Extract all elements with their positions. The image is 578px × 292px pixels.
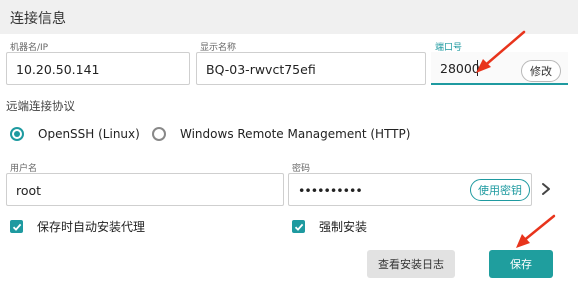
- machine-field: 机器名/IP 10.20.50.141: [6, 40, 190, 85]
- port-value: 28000: [440, 61, 480, 76]
- radio-winrm[interactable]: Windows Remote Management (HTTP): [152, 127, 410, 141]
- radio-openssh-label: OpenSSH (Linux): [38, 127, 140, 141]
- save-button[interactable]: 保存: [489, 250, 553, 278]
- force-install-checkbox[interactable]: 强制安装: [292, 218, 367, 235]
- password-value: ••••••••••: [298, 183, 363, 198]
- auto-install-checkbox[interactable]: 保存时自动安装代理: [10, 218, 145, 235]
- username-field: 用户名 root: [6, 161, 284, 206]
- username-input[interactable]: root: [6, 173, 284, 206]
- section-title: 连接信息: [10, 11, 66, 27]
- radio-openssh[interactable]: OpenSSH (Linux): [10, 127, 140, 141]
- force-install-label: 强制安装: [319, 220, 368, 234]
- section-header: 连接信息: [0, 0, 578, 34]
- auto-install-label: 保存时自动安装代理: [37, 220, 146, 234]
- checkmark-icon: [10, 220, 23, 233]
- display-name-input[interactable]: BQ-03-rwvct75efi: [196, 52, 426, 85]
- radio-openssh-indicator: [10, 127, 24, 141]
- password-field: 密码 •••••••••• 使用密钥: [288, 161, 532, 206]
- radio-winrm-indicator: [152, 127, 166, 141]
- display-name-value: BQ-03-rwvct75efi: [206, 62, 316, 77]
- port-field: 端口号 28000 修改: [431, 40, 568, 85]
- text-caret: [477, 60, 478, 76]
- display-name-field: 显示名称 BQ-03-rwvct75efi: [196, 40, 426, 85]
- view-log-button[interactable]: 查看安装日志: [367, 250, 455, 278]
- annotation-arrow-icon: [516, 214, 556, 248]
- checkmark-icon: [292, 220, 305, 233]
- machine-value: 10.20.50.141: [16, 62, 100, 77]
- use-key-button[interactable]: 使用密钥: [470, 179, 530, 201]
- radio-winrm-label: Windows Remote Management (HTTP): [180, 127, 411, 141]
- chevron-right-icon[interactable]: [540, 181, 552, 200]
- machine-input[interactable]: 10.20.50.141: [6, 52, 190, 85]
- protocol-label: 远端连接协议: [6, 99, 75, 113]
- username-value: root: [16, 183, 42, 198]
- port-edit-button[interactable]: 修改: [521, 60, 561, 82]
